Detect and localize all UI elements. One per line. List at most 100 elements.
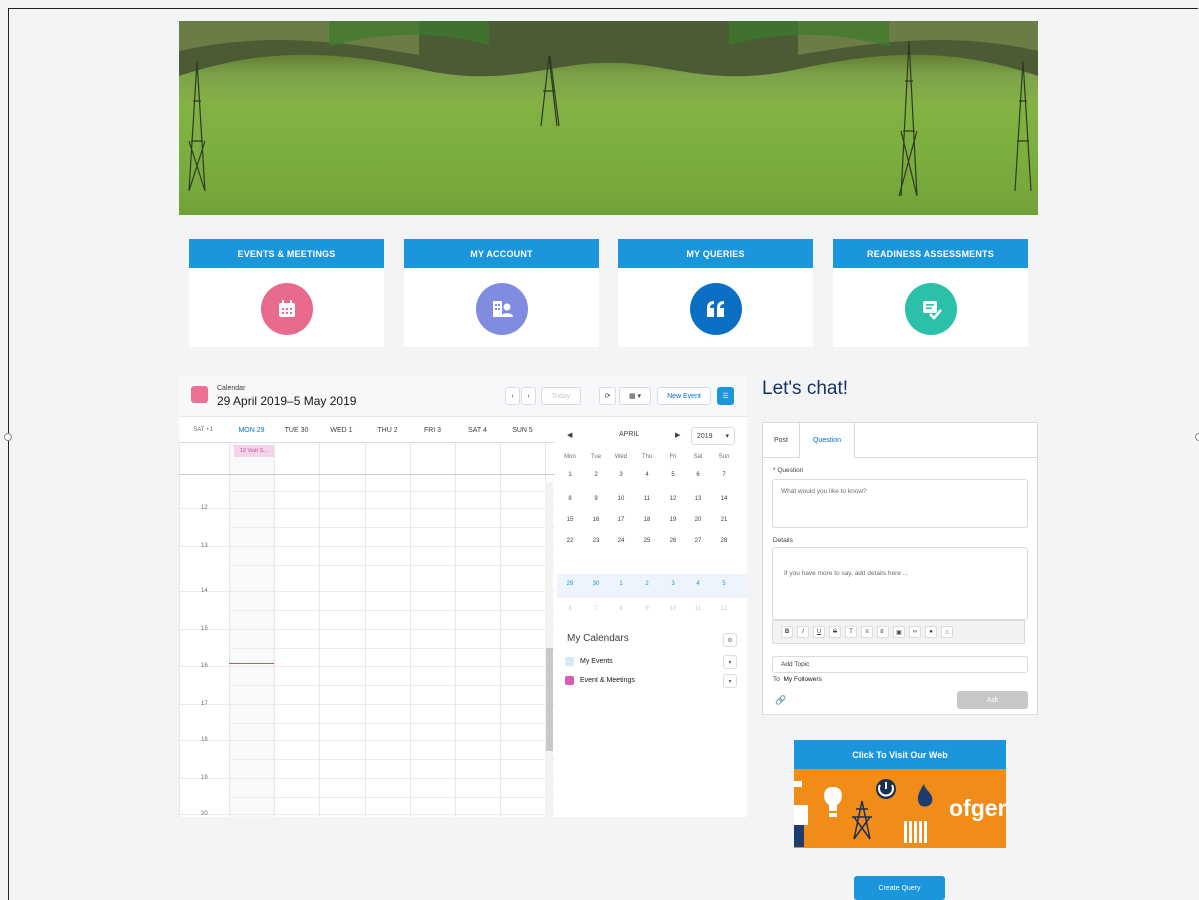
mini-calendar-day[interactable]: 25: [634, 538, 660, 544]
mini-calendar-day[interactable]: 2: [583, 472, 609, 478]
mini-calendar-day[interactable]: 16: [583, 517, 609, 523]
mini-calendar-day[interactable]: 21: [711, 517, 737, 523]
mini-calendar-day[interactable]: 20: [685, 517, 711, 523]
visit-web-banner[interactable]: Click To Visit Our Web ofger: [794, 740, 1006, 848]
resize-handle-left[interactable]: [4, 433, 12, 441]
mention-icon[interactable]: ☃: [941, 626, 953, 638]
attach-icon[interactable]: 🔗: [775, 695, 786, 706]
mini-calendar-day[interactable]: 6: [557, 606, 583, 612]
week-time-grid[interactable]: 12 Visit S... 12 13 14 15 16 17 18 19 20: [179, 442, 555, 817]
strikethrough-icon[interactable]: S: [829, 626, 841, 638]
resize-handle-right[interactable]: [1195, 433, 1199, 441]
mini-calendar-day[interactable]: 11: [685, 606, 711, 612]
weekday-label: Mon: [564, 454, 576, 460]
weekday-label: Wed: [614, 454, 628, 460]
calendar-item-menu-button[interactable]: ▾: [723, 674, 737, 688]
prev-month-icon[interactable]: ◀: [567, 431, 572, 439]
next-month-icon[interactable]: ▶: [675, 431, 680, 439]
mini-calendar-day[interactable]: 1: [557, 472, 583, 478]
mini-calendar-day[interactable]: 12: [711, 606, 737, 612]
add-topic-input[interactable]: Add Topic: [772, 656, 1028, 673]
mini-calendar-day[interactable]: 24: [608, 538, 634, 544]
day-header[interactable]: THU 2: [365, 427, 410, 434]
refresh-button[interactable]: ⟳: [599, 387, 616, 405]
day-header[interactable]: FRI 3: [410, 427, 455, 434]
mini-calendar-day[interactable]: 3: [660, 581, 686, 587]
tab-post[interactable]: Post: [763, 423, 799, 458]
mini-calendar-day[interactable]: 17: [608, 517, 634, 523]
create-query-button[interactable]: Create Query: [854, 876, 945, 900]
mini-calendar-day[interactable]: 13: [685, 496, 711, 502]
mini-calendar-day[interactable]: 3: [608, 472, 634, 478]
mini-calendar-day[interactable]: 6: [685, 472, 711, 478]
question-label: * Question: [773, 467, 804, 474]
mini-calendar-day[interactable]: 29: [557, 581, 583, 587]
ask-button[interactable]: Ask: [957, 691, 1028, 709]
mini-calendar-day[interactable]: 23: [583, 538, 609, 544]
mini-calendar-day[interactable]: 26: [660, 538, 686, 544]
calendar-item-event-meetings[interactable]: Event & Meetings: [565, 676, 635, 685]
mini-calendar-day[interactable]: 19: [660, 517, 686, 523]
scrollbar-thumb[interactable]: [546, 648, 553, 751]
mini-calendar-day[interactable]: 27: [685, 538, 711, 544]
mini-calendar-day[interactable]: 12: [660, 496, 686, 502]
gear-icon[interactable]: ⚙: [723, 633, 737, 647]
underline-icon[interactable]: U: [813, 626, 825, 638]
day-header[interactable]: MON 29: [229, 427, 274, 434]
tile-readiness-assessments[interactable]: READINESS ASSESSMENTS: [833, 239, 1028, 347]
mini-calendar-day[interactable]: 7: [711, 472, 737, 478]
year-select[interactable]: 2019 ▾: [691, 427, 735, 445]
mini-calendar-day[interactable]: 4: [634, 472, 660, 478]
details-input[interactable]: If you have more to say, add details her…: [772, 547, 1028, 620]
mini-calendar-day[interactable]: 4: [685, 581, 711, 587]
mini-calendar-day[interactable]: 10: [660, 606, 686, 612]
mini-calendar-day[interactable]: 5: [660, 472, 686, 478]
calendar-item-my-events[interactable]: My Events: [565, 657, 613, 666]
link-icon[interactable]: ∞: [909, 626, 921, 638]
tile-my-queries[interactable]: MY QUERIES: [618, 239, 813, 347]
mini-calendar-day[interactable]: 9: [583, 496, 609, 502]
clear-format-icon[interactable]: T: [845, 626, 857, 638]
mini-calendar-day[interactable]: 5: [711, 581, 737, 587]
mini-calendar-day[interactable]: 18: [634, 517, 660, 523]
mini-calendar-day[interactable]: 30: [583, 581, 609, 587]
all-day-event-chip[interactable]: 12 Visit S...: [234, 445, 274, 457]
view-switcher-button[interactable]: ▦ ▾: [619, 387, 651, 405]
to-value[interactable]: My Followers: [784, 676, 822, 683]
new-event-button[interactable]: New Event: [657, 387, 711, 405]
numbered-list-icon[interactable]: ≢: [877, 626, 889, 638]
question-input[interactable]: What would you like to know?: [772, 479, 1028, 528]
day-header[interactable]: SUN 5: [500, 427, 545, 434]
day-header[interactable]: TUE 30: [274, 427, 319, 434]
today-button[interactable]: Today: [541, 387, 581, 405]
mini-calendar-day[interactable]: 11: [634, 496, 660, 502]
mini-calendar-day[interactable]: 28: [711, 538, 737, 544]
calendar-item-menu-button[interactable]: ▾: [723, 655, 737, 669]
bullet-list-icon[interactable]: ≡: [861, 626, 873, 638]
calendar-icon: [260, 283, 313, 335]
mini-calendar-day[interactable]: 1: [608, 581, 634, 587]
next-week-button[interactable]: ›: [521, 387, 536, 405]
mini-calendar-day[interactable]: 14: [711, 496, 737, 502]
tile-my-account[interactable]: MY ACCOUNT: [404, 239, 599, 347]
mini-calendar-day[interactable]: 8: [608, 606, 634, 612]
tab-question[interactable]: Question: [799, 423, 855, 458]
mini-calendar-day[interactable]: 2: [634, 581, 660, 587]
day-header[interactable]: SAT 4: [455, 427, 500, 434]
bold-icon[interactable]: B: [781, 626, 793, 638]
image-icon[interactable]: ▣: [893, 626, 905, 638]
mini-calendar-day[interactable]: 10: [608, 496, 634, 502]
prev-week-button[interactable]: ‹: [505, 387, 520, 405]
mini-calendar-day[interactable]: 7: [583, 606, 609, 612]
mini-calendar-day[interactable]: 15: [557, 517, 583, 523]
emoji-icon[interactable]: ●: [925, 626, 937, 638]
list-view-button[interactable]: ☰: [717, 387, 734, 405]
hour-label: 17: [201, 701, 208, 707]
mini-calendar-day[interactable]: 8: [557, 496, 583, 502]
grid-scrollbar[interactable]: [545, 482, 553, 818]
mini-calendar-day[interactable]: 9: [634, 606, 660, 612]
tile-events-meetings[interactable]: EVENTS & MEETINGS: [189, 239, 384, 347]
mini-calendar-day[interactable]: 22: [557, 538, 583, 544]
day-header[interactable]: WED 1: [319, 427, 364, 434]
italic-icon[interactable]: I: [797, 626, 809, 638]
